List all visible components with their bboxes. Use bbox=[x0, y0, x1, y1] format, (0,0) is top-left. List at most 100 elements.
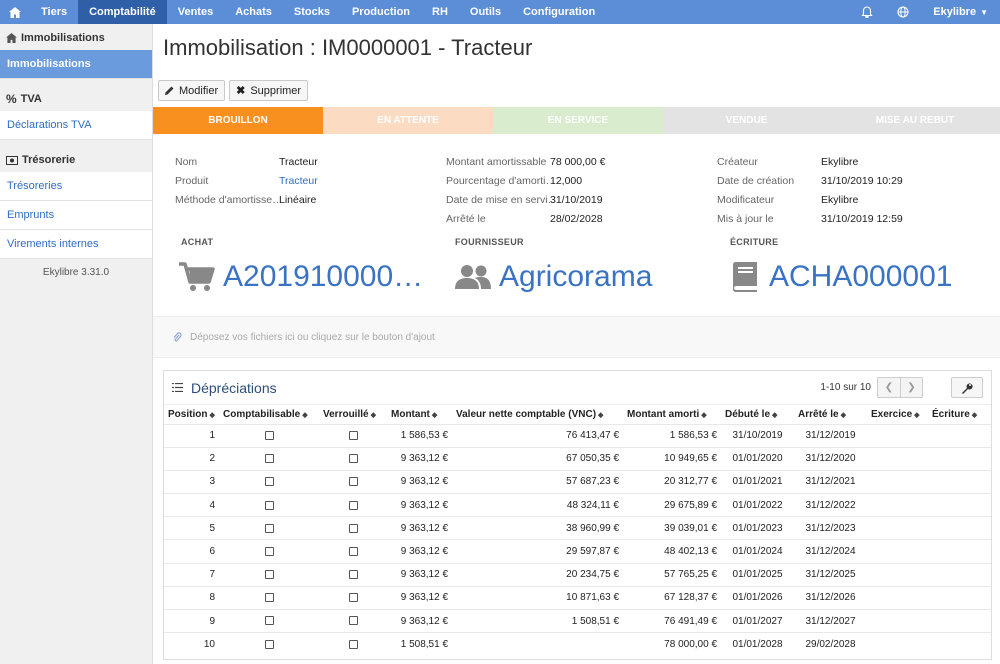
caret-down-icon: ▼ bbox=[980, 7, 988, 17]
sidebar-item-declarations-tva[interactable]: Déclarations TVA bbox=[0, 111, 152, 140]
nav-tab-outils[interactable]: Outils bbox=[459, 0, 512, 24]
table-cell bbox=[928, 423, 991, 448]
field-label: Méthode d'amortisse… bbox=[175, 193, 279, 206]
table-cell: 67 050,35 € bbox=[452, 446, 623, 471]
stage-en-service[interactable]: EN SERVICE bbox=[493, 107, 663, 134]
column-header-verrouille[interactable]: Verrouillé ◆ bbox=[319, 405, 387, 424]
checkbox[interactable] bbox=[348, 430, 358, 440]
checkbox[interactable] bbox=[348, 593, 358, 603]
table-row: 7 9 363,12 €20 234,75 €57 765,25 €01/01/2… bbox=[164, 562, 991, 587]
stage-mise-au-rebut[interactable]: MISE AU REBUT bbox=[830, 107, 1000, 134]
table-cell bbox=[219, 539, 319, 564]
table-cell: 7 bbox=[164, 562, 219, 587]
globe-icon[interactable] bbox=[885, 0, 921, 24]
checkbox[interactable] bbox=[264, 593, 274, 603]
checkbox[interactable] bbox=[264, 500, 274, 510]
nav-tab-rh[interactable]: RH bbox=[421, 0, 459, 24]
nav-tab-stocks[interactable]: Stocks bbox=[283, 0, 341, 24]
table-cell: 67 128,37 € bbox=[623, 585, 721, 610]
table-cell bbox=[867, 446, 928, 471]
column-header-debute-le[interactable]: Débuté le ◆ bbox=[721, 405, 794, 424]
checkbox[interactable] bbox=[348, 454, 358, 464]
table-cell: 9 363,12 € bbox=[387, 493, 452, 517]
table-cell: 1 bbox=[164, 423, 219, 448]
field-value: 78 000,00 € bbox=[550, 155, 606, 168]
checkbox[interactable] bbox=[264, 454, 274, 464]
column-header-montant-amorti[interactable]: Montant amorti ◆ bbox=[623, 405, 721, 424]
checkbox[interactable] bbox=[348, 523, 358, 533]
nav-tab-ventes[interactable]: Ventes bbox=[167, 0, 224, 24]
chevron-right-icon[interactable]: ❯ bbox=[900, 378, 922, 397]
purchase-link-text: A201910000… bbox=[223, 260, 424, 293]
wrench-icon[interactable] bbox=[951, 377, 983, 398]
file-dropzone[interactable]: Déposez vos fichiers ici ou cliquez sur … bbox=[153, 316, 1000, 358]
table-cell bbox=[319, 493, 387, 517]
home-icon[interactable] bbox=[0, 0, 30, 24]
table-cell bbox=[319, 585, 387, 610]
table-cell: 01/01/2026 bbox=[721, 585, 794, 610]
sidebar-item-virements-internes[interactable]: Virements internes bbox=[0, 230, 152, 259]
checkbox[interactable] bbox=[264, 570, 274, 580]
nav-tab-configuration[interactable]: Configuration bbox=[512, 0, 606, 24]
sort-icon: ◆ bbox=[209, 411, 215, 419]
checkbox[interactable] bbox=[264, 546, 274, 556]
checkbox[interactable] bbox=[348, 546, 358, 556]
table-cell: 31/12/2024 bbox=[794, 539, 867, 564]
checkbox[interactable] bbox=[348, 500, 358, 510]
checkbox[interactable] bbox=[348, 477, 358, 487]
checkbox[interactable] bbox=[264, 430, 274, 440]
table-cell bbox=[928, 562, 991, 587]
column-header-exercice[interactable]: Exercice ◆ bbox=[867, 405, 928, 424]
column-header-ecriture[interactable]: Écriture ◆ bbox=[928, 405, 991, 424]
table-cell bbox=[867, 632, 928, 656]
info-column-middle: Montant amortissable 78 000,00 € Pourcent… bbox=[446, 152, 605, 228]
delete-button[interactable]: ✖ Supprimer bbox=[229, 80, 309, 101]
checkbox[interactable] bbox=[264, 616, 274, 626]
column-header-position[interactable]: Position ◆ bbox=[164, 405, 219, 424]
column-header-vnc[interactable]: Valeur nette comptable (VNC) ◆ bbox=[452, 405, 623, 424]
sidebar-item-emprunts[interactable]: Emprunts bbox=[0, 201, 152, 230]
table-cell: 01/01/2024 bbox=[721, 539, 794, 564]
table-row: 6 9 363,12 €29 597,87 €48 402,13 €01/01/2… bbox=[164, 539, 991, 564]
nav-tab-achats[interactable]: Achats bbox=[224, 0, 283, 24]
dropzone-text: Déposez vos fichiers ici ou cliquez sur … bbox=[190, 331, 435, 343]
table-cell: 31/12/2023 bbox=[794, 516, 867, 540]
field-value: 12,000 bbox=[550, 174, 583, 187]
table-cell: 20 234,75 € bbox=[452, 562, 623, 587]
sidebar-item-tresoreries[interactable]: Trésoreries bbox=[0, 172, 152, 201]
checkbox[interactable] bbox=[348, 616, 358, 626]
nav-tab-production[interactable]: Production bbox=[341, 0, 421, 24]
column-header-arrete-le[interactable]: Arrêté le ◆ bbox=[794, 405, 867, 424]
table-cell: 01/01/2025 bbox=[721, 562, 794, 587]
chevron-left-icon[interactable]: ❮ bbox=[878, 378, 900, 397]
edit-button[interactable]: Modifier bbox=[158, 80, 226, 101]
table-cell: 29/02/2028 bbox=[794, 632, 867, 656]
sidebar-item-immobilisations[interactable]: Immobilisations bbox=[0, 50, 152, 79]
users-icon bbox=[455, 265, 491, 289]
column-header-montant[interactable]: Montant ◆ bbox=[387, 405, 452, 424]
bell-icon[interactable] bbox=[849, 0, 885, 24]
sort-icon: ◆ bbox=[914, 411, 920, 419]
checkbox[interactable] bbox=[264, 523, 274, 533]
table-cell: 9 363,12 € bbox=[387, 469, 452, 494]
checkbox[interactable] bbox=[348, 570, 358, 580]
column-header-comptabilisable[interactable]: Comptabilisable ◆ bbox=[219, 405, 319, 424]
stage-brouillon[interactable]: BROUILLON bbox=[153, 107, 323, 134]
user-menu[interactable]: Ekylibre ▼ bbox=[921, 0, 1000, 24]
purchase-link[interactable]: A201910000… bbox=[179, 260, 423, 294]
nav-tab-comptabilite[interactable]: Comptabilité bbox=[78, 0, 167, 24]
nav-tab-tiers[interactable]: Tiers bbox=[30, 0, 78, 24]
checkbox[interactable] bbox=[264, 477, 274, 487]
edit-button-label: Modifier bbox=[179, 84, 219, 97]
table-cell: 1 508,51 € bbox=[387, 632, 452, 656]
field-label: Modificateur bbox=[717, 193, 775, 206]
stage-vendue[interactable]: VENDUE bbox=[663, 107, 830, 134]
table-cell: 2 bbox=[164, 446, 219, 471]
product-link[interactable]: Tracteur bbox=[279, 175, 318, 187]
supplier-link[interactable]: Agricorama bbox=[455, 260, 652, 294]
checkbox[interactable] bbox=[264, 639, 274, 649]
checkbox[interactable] bbox=[348, 639, 358, 649]
table-cell bbox=[219, 585, 319, 610]
stage-en-attente[interactable]: EN ATTENTE bbox=[323, 107, 493, 134]
entry-link[interactable]: ACHA000001 bbox=[729, 260, 952, 294]
